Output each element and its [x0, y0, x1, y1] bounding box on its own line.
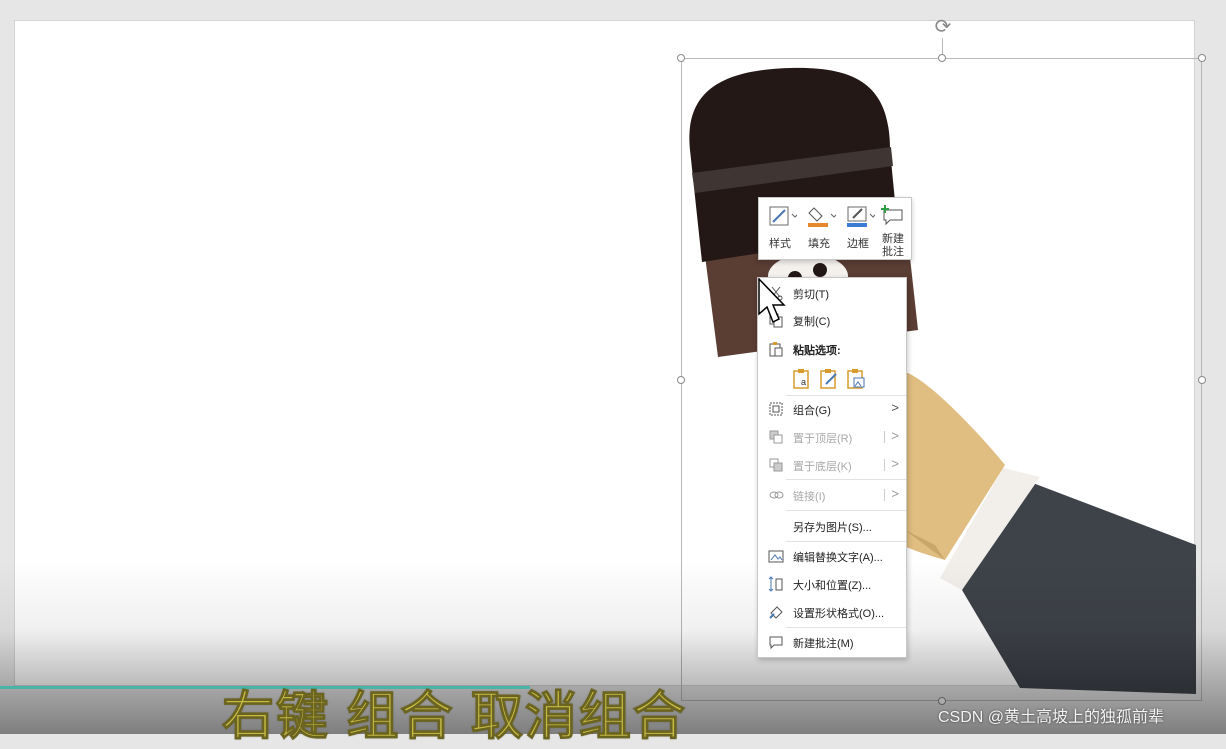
menu-item-save-as-picture[interactable]: 另存为图片(S)... — [758, 515, 906, 537]
alt-text-icon — [768, 548, 784, 564]
resize-handle-top[interactable] — [938, 54, 946, 62]
style-button[interactable]: 样式 — [761, 202, 799, 256]
menu-item-label: 置于底层(K) — [793, 461, 852, 473]
new-comment-label: 新建 批注 — [882, 233, 904, 258]
menu-item-size-position[interactable]: 大小和位置(Z)... — [758, 573, 906, 595]
paste-options-row: a — [792, 368, 872, 392]
svg-text:a: a — [801, 377, 806, 387]
chevron-right-icon: > — [891, 428, 899, 443]
menu-item-label: 新建批注(M) — [793, 638, 854, 650]
menu-item-send-to-back[interactable]: 置于底层(K) > — [758, 454, 906, 476]
menu-item-bring-to-front[interactable]: 置于顶层(R) > — [758, 426, 906, 448]
paste-keep-source-icon[interactable]: a — [792, 368, 812, 390]
new-comment-toolbar-icon — [881, 205, 903, 226]
csdn-watermark: CSDN @黄土高坡上的独孤前辈 — [938, 709, 1165, 726]
send-to-back-icon — [768, 457, 784, 473]
resize-handle-top-right[interactable] — [1198, 54, 1206, 62]
mouse-cursor-icon — [758, 278, 786, 324]
menu-item-label: 剪切(T) — [793, 289, 830, 301]
menu-item-edit-alt-text[interactable]: 编辑替换文字(A)... — [758, 545, 906, 567]
menu-item-label: 设置形状格式(O)... — [793, 608, 885, 620]
chevron-right-icon: > — [891, 400, 899, 415]
bring-to-front-icon — [768, 429, 784, 445]
format-shape-icon — [768, 604, 784, 620]
video-caption: 右键 组合 取消组合 — [222, 688, 687, 747]
border-label: 边框 — [847, 238, 869, 250]
paste-text-only-icon[interactable] — [819, 368, 839, 390]
border-button[interactable]: 边框 — [839, 202, 877, 256]
resize-handle-top-left[interactable] — [677, 54, 685, 62]
menu-item-label: 链接(I) — [793, 491, 826, 503]
context-menu: 剪切(T) 复制(C) 粘贴选项: a 组合(G) > 置于顶层(R) > 置于… — [757, 277, 907, 658]
menu-item-paste-options: 粘贴选项: — [758, 338, 906, 360]
new-comment-icon — [768, 634, 784, 650]
menu-item-group[interactable]: 组合(G) > — [758, 398, 906, 420]
paste-picture-icon[interactable] — [846, 368, 866, 390]
style-label: 样式 — [769, 238, 791, 250]
menu-item-new-comment[interactable]: 新建批注(M) — [758, 631, 906, 653]
menu-item-label: 编辑替换文字(A)... — [793, 552, 883, 564]
resize-handle-right[interactable] — [1198, 376, 1206, 384]
menu-item-link[interactable]: 链接(I) > — [758, 484, 906, 506]
chevron-right-icon: > — [891, 486, 899, 501]
paste-icon — [768, 341, 784, 357]
resize-handle-left[interactable] — [677, 376, 685, 384]
border-pen-icon — [847, 206, 875, 227]
menu-item-format-shape[interactable]: 设置形状格式(O)... — [758, 601, 906, 623]
rotate-handle-icon[interactable]: ⟳ — [932, 16, 954, 38]
mini-toolbar: 样式 填充 边框 新建 批注 — [758, 197, 912, 260]
menu-item-label: 粘贴选项: — [793, 345, 841, 357]
menu-item-label: 组合(G) — [793, 405, 831, 417]
new-comment-button[interactable]: 新建 批注 — [875, 202, 911, 258]
menu-item-label: 另存为图片(S)... — [793, 522, 872, 534]
paint-bucket-icon — [808, 207, 836, 227]
fill-button[interactable]: 填充 — [800, 202, 838, 256]
menu-item-label: 复制(C) — [793, 316, 831, 328]
menu-item-label: 大小和位置(Z)... — [793, 580, 872, 592]
group-icon — [768, 401, 784, 417]
link-icon — [768, 487, 784, 503]
menu-item-label: 置于顶层(R) — [793, 433, 853, 445]
style-icon — [769, 206, 797, 226]
chevron-right-icon: > — [891, 456, 899, 471]
fill-label: 填充 — [808, 238, 830, 250]
size-position-icon — [768, 576, 784, 592]
